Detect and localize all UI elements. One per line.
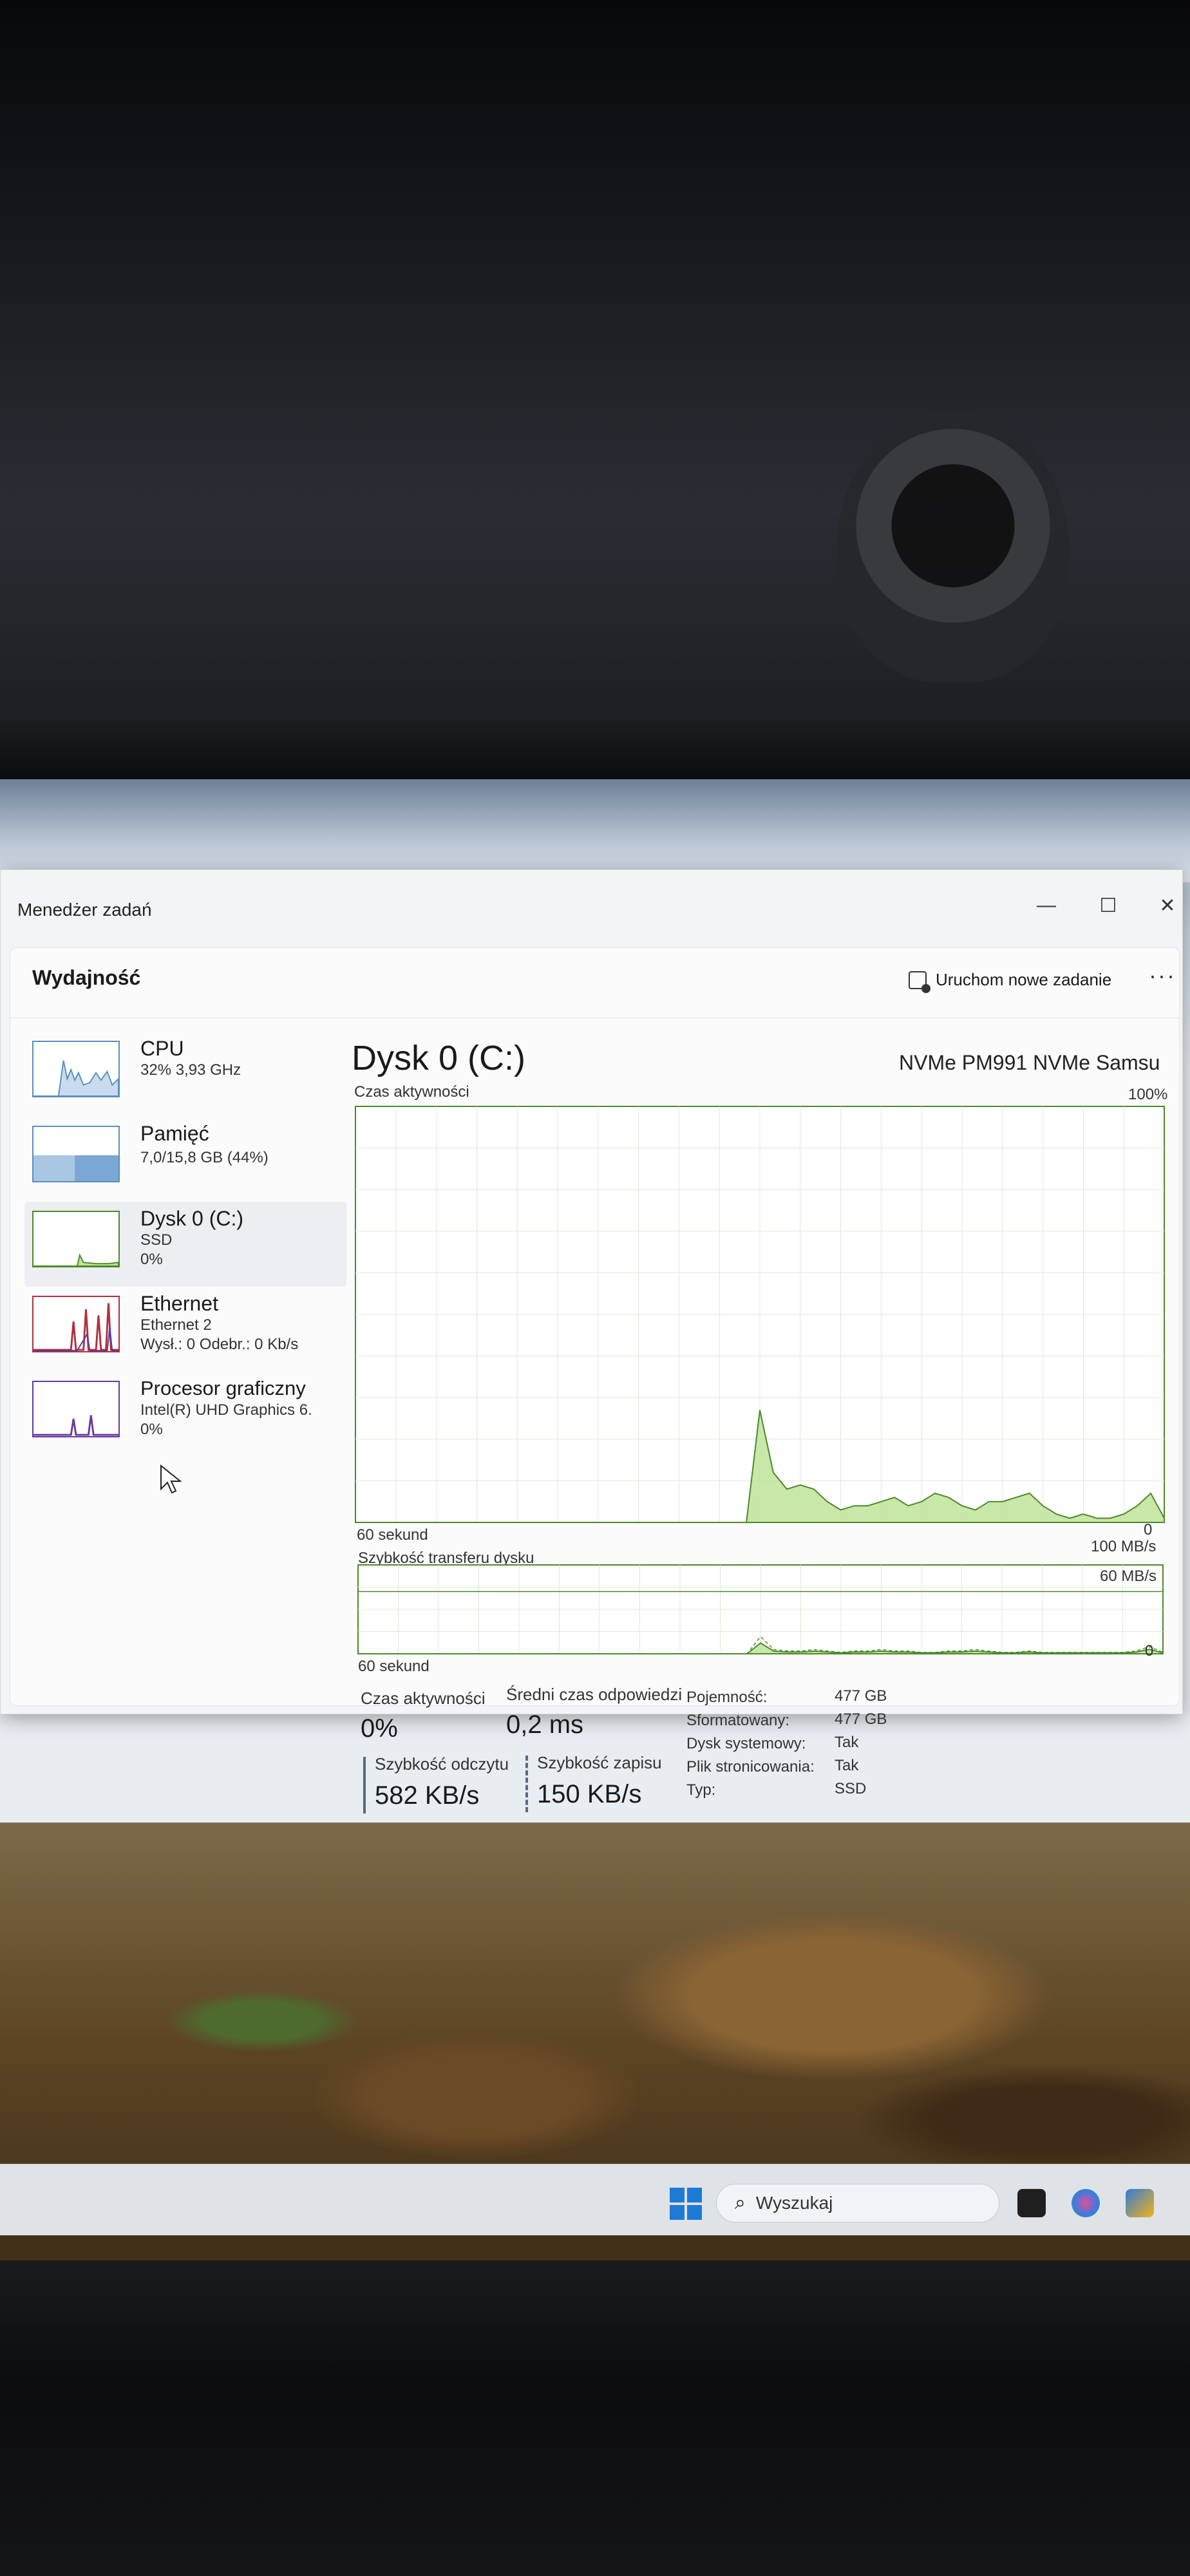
copilot-icon[interactable] xyxy=(1072,2189,1100,2217)
monitor-bezel-top xyxy=(0,721,1190,779)
write-speed-label: Szybkość zapisu xyxy=(537,1753,662,1772)
taskbar-app-icon[interactable] xyxy=(1126,2189,1154,2217)
sidebar-item-detail: Intel(R) UHD Graphics 6. xyxy=(140,1401,312,1419)
webcam xyxy=(837,412,1069,683)
gpu-thumbnail-graph xyxy=(32,1381,120,1437)
run-task-icon xyxy=(909,971,930,993)
response-time-label: Średni czas odpowiedzi xyxy=(506,1685,683,1704)
title-bar[interactable]: Menedżer zadań — ☐ ✕ xyxy=(1,870,1182,941)
task-manager-window: Menedżer zadań — ☐ ✕ Wydajność Uruchom n… xyxy=(0,869,1183,1814)
sidebar-item-memory[interactable]: Pamięć 7,0/15,8 GB (44%) xyxy=(24,1117,346,1202)
monitor-screen: Menedżer zadań — ☐ ✕ Wydajność Uruchom n… xyxy=(0,779,1190,2260)
property-type-label: Typ: xyxy=(686,1781,716,1799)
monitor-bezel-bottom xyxy=(0,2260,1190,2576)
read-speed-label: Szybkość odczytu xyxy=(375,1754,509,1774)
property-capacity-value: 477 GB xyxy=(835,1687,887,1705)
run-new-task-button[interactable]: Uruchom nowe zadanie xyxy=(909,970,1112,993)
property-page-file-label: Plik stronicowania: xyxy=(686,1758,815,1776)
sidebar-item-detail: Ethernet 2 xyxy=(140,1316,212,1334)
windows-logo-icon xyxy=(670,2188,685,2202)
ethernet-thumbnail-graph xyxy=(32,1296,120,1352)
property-type-value: SSD xyxy=(835,1780,867,1797)
property-page-file-value: Tak xyxy=(835,1757,859,1774)
active-time-value: 0% xyxy=(361,1714,398,1743)
start-button[interactable] xyxy=(670,2188,702,2220)
read-speed-value: 582 KB/s xyxy=(375,1781,480,1810)
property-formatted-value: 477 GB xyxy=(835,1710,887,1728)
write-speed-value: 150 KB/s xyxy=(537,1780,642,1808)
maximize-button[interactable]: ☐ xyxy=(1095,895,1121,917)
search-icon: ⌕ xyxy=(735,2192,746,2213)
sidebar-item-detail: 7,0/15,8 GB (44%) xyxy=(140,1149,269,1166)
taskbar-app-icon[interactable] xyxy=(1017,2189,1046,2217)
transfer-chart xyxy=(357,1564,1164,1654)
activity-chart xyxy=(355,1106,1165,1523)
taskbar-search[interactable]: ⌕ Wyszukaj xyxy=(716,2184,999,2222)
run-new-task-label: Uruchom nowe zadanie xyxy=(936,970,1112,989)
minimize-button[interactable]: — xyxy=(1034,895,1059,916)
sidebar-item-throughput: Wysł.: 0 Odebr.: 0 Kb/s xyxy=(140,1336,299,1353)
sidebar-item-percent: 0% xyxy=(140,1421,163,1438)
response-time-value: 0,2 ms xyxy=(506,1710,584,1739)
sidebar-item-label: Procesor graficzny xyxy=(140,1377,306,1399)
sidebar-item-label: Ethernet xyxy=(140,1292,218,1315)
write-speed-indicator xyxy=(525,1756,528,1812)
read-speed-indicator xyxy=(363,1757,366,1814)
property-formatted-label: Sformatowany: xyxy=(686,1712,790,1729)
disk-model: NVMe PM991 NVMe Samsu xyxy=(899,1051,1160,1074)
property-system-disk-value: Tak xyxy=(835,1734,859,1751)
close-button[interactable]: ✕ xyxy=(1155,895,1180,917)
activity-chart-min: 0 xyxy=(1144,1521,1153,1539)
transfer-chart-mid: 60 MB/s xyxy=(1100,1567,1157,1585)
sidebar-item-disk-0[interactable]: Dysk 0 (C:) SSD 0% xyxy=(24,1202,346,1287)
sidebar-item-cpu[interactable]: CPU 32% 3,93 GHz xyxy=(24,1032,346,1117)
memory-thumbnail-graph xyxy=(32,1126,120,1182)
sidebar-item-label: Dysk 0 (C:) xyxy=(140,1207,243,1230)
activity-chart-label: Czas aktywności xyxy=(354,1083,469,1101)
transfer-chart-max: 100 MB/s xyxy=(1091,1538,1157,1555)
mouse-cursor-icon xyxy=(160,1464,182,1494)
active-time-label: Czas aktywności xyxy=(361,1689,486,1708)
disk-thumbnail-graph xyxy=(32,1211,120,1267)
property-system-disk-label: Dysk systemowy: xyxy=(686,1735,806,1752)
performance-sidebar: CPU 32% 3,93 GHz Pamięć 7,0/15,8 GB (44%… xyxy=(24,1032,346,1494)
activity-chart-time-label: 60 sekund xyxy=(357,1526,428,1544)
sidebar-item-detail: 32% 3,93 GHz xyxy=(140,1061,241,1079)
disk-title: Dysk 0 (C:) xyxy=(352,1039,525,1077)
sidebar-item-percent: 0% xyxy=(140,1251,163,1268)
sidebar-item-detail: SSD xyxy=(140,1231,173,1249)
activity-chart-max: 100% xyxy=(1128,1086,1168,1103)
sidebar-item-ethernet[interactable]: Ethernet Ethernet 2 Wysł.: 0 Odebr.: 0 K… xyxy=(24,1287,346,1372)
search-placeholder: Wyszukaj xyxy=(755,2193,833,2213)
performance-page: Wydajność Uruchom nowe zadanie ··· CPU 3… xyxy=(10,947,1180,1814)
page-title: Wydajność xyxy=(32,966,141,989)
sidebar-item-gpu[interactable]: Procesor graficzny Intel(R) UHD Graphics… xyxy=(24,1372,346,1457)
property-capacity-label: Pojemność: xyxy=(686,1689,768,1706)
transfer-chart-time-label: 60 sekund xyxy=(358,1658,430,1675)
sidebar-item-label: CPU xyxy=(140,1037,184,1060)
more-options-button[interactable]: ··· xyxy=(1149,962,1176,989)
window-title: Menedżer zadań xyxy=(17,900,152,920)
desktop-wallpaper-sky xyxy=(0,779,1190,882)
taskbar: ⌕ Wyszukaj xyxy=(0,2164,1190,2235)
cpu-thumbnail-graph xyxy=(32,1041,120,1097)
sidebar-item-label: Pamięć xyxy=(140,1122,209,1145)
transfer-chart-min: 0 xyxy=(1145,1642,1154,1660)
